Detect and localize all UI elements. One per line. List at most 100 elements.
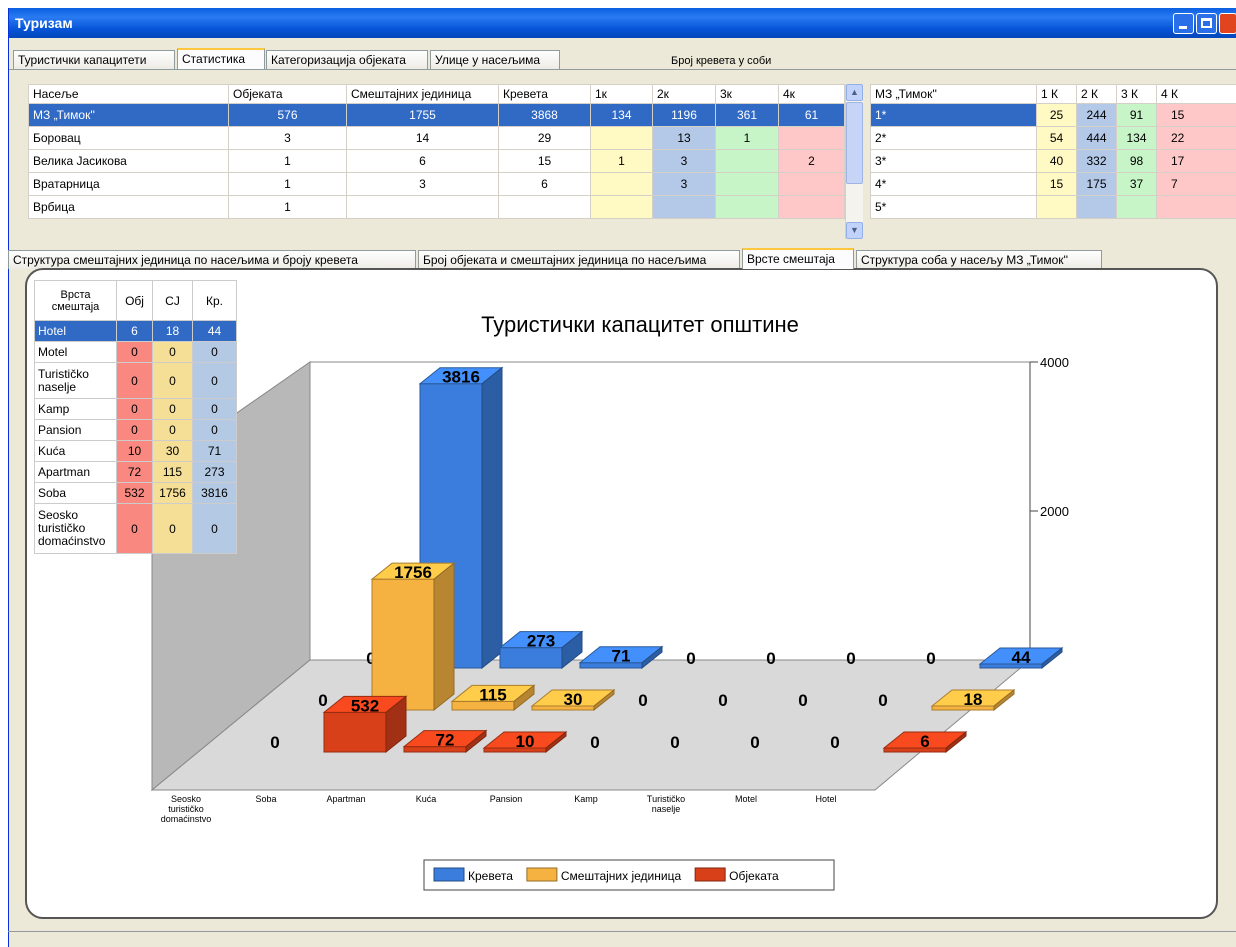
data-label: 44 (1012, 648, 1031, 667)
tab-accommodation-types[interactable]: Врсте смештаја (742, 248, 854, 269)
table-row[interactable]: Turističko naselje 0 0 0 (34, 362, 237, 399)
y-tick-label: 2000 (1040, 504, 1069, 519)
category-label: Pansion (490, 794, 523, 804)
category-label: turističko (168, 804, 204, 814)
table-cell: Kamp (34, 398, 117, 420)
table-cell: Hotel (34, 320, 117, 342)
table-cell: Apartman (34, 461, 117, 483)
table-cell: 10 (116, 440, 153, 462)
table-cell: 44 (192, 320, 237, 342)
bar (499, 647, 563, 669)
category-label: Soba (255, 794, 276, 804)
table-cell: 532 (116, 482, 153, 504)
data-label: 0 (270, 733, 279, 752)
data-label: 10 (516, 732, 535, 751)
chart-title: Туристички капацитет општине (481, 312, 799, 337)
data-label: 0 (718, 691, 727, 710)
table-cell: 0 (116, 398, 153, 420)
table-row[interactable]: Pansion 0 0 0 (34, 419, 237, 441)
table-row[interactable]: Seosko turističko domaćinstvo 0 0 0 (34, 503, 237, 554)
bar (883, 747, 947, 753)
legend-swatch (526, 867, 558, 882)
table-cell: 273 (192, 461, 237, 483)
bar-side (433, 562, 455, 712)
data-label: 0 (670, 733, 679, 752)
table-row[interactable]: Soba 532 1756 3816 (34, 482, 237, 504)
category-label: Hotel (815, 794, 836, 804)
table-cell: 115 (152, 461, 193, 483)
data-label: 18 (964, 690, 983, 709)
category-label: Kuća (416, 794, 437, 804)
tab-statistics[interactable]: Статистика (177, 48, 265, 69)
data-label: 6 (920, 732, 929, 751)
table-cell: 71 (192, 440, 237, 462)
data-label: 0 (766, 649, 775, 668)
table-cell: 0 (116, 362, 153, 399)
table-cell: 30 (152, 440, 193, 462)
data-label: 0 (750, 733, 759, 752)
table-row[interactable]: Apartman 72 115 273 (34, 461, 237, 483)
table-cell: 72 (116, 461, 153, 483)
table-cell: 18 (152, 320, 193, 342)
data-label: 0 (638, 691, 647, 710)
data-label: 273 (527, 632, 555, 651)
table-row[interactable]: Motel 0 0 0 (34, 341, 237, 363)
table-cell: Kuća (34, 440, 117, 462)
table-cell: 0 (152, 341, 193, 363)
bar-side (481, 366, 503, 670)
table-header-row: Врста смештаја Обј СЈ Кр. (34, 280, 237, 321)
table-cell: 0 (152, 398, 193, 420)
data-label: 0 (878, 691, 887, 710)
table-cell: 0 (192, 419, 237, 441)
data-label: 0 (846, 649, 855, 668)
table-cell: 0 (116, 419, 153, 441)
data-label: 532 (351, 696, 379, 715)
data-label: 0 (926, 649, 935, 668)
legend-label: Објеката (729, 869, 779, 883)
data-label: 0 (590, 733, 599, 752)
table-cell: 0 (192, 503, 237, 554)
table-cell: 0 (116, 503, 153, 554)
table-row[interactable]: Kamp 0 0 0 (34, 398, 237, 420)
table-cell: 0 (116, 341, 153, 363)
column-header[interactable]: Кр. (192, 280, 237, 321)
table-cell: Turističko naselje (34, 362, 117, 399)
accommodation-types-table: Врста смештаја Обј СЈ Кр. Hotel 6 18 44 … (34, 280, 237, 554)
category-label: Seosko (171, 794, 201, 804)
table-cell: Pansion (34, 419, 117, 441)
category-label: Kamp (574, 794, 598, 804)
data-label: 72 (436, 731, 455, 750)
table-cell: Seosko turističko domaćinstvo (34, 503, 117, 554)
table-cell: 3816 (192, 482, 237, 504)
table-cell: Soba (34, 482, 117, 504)
column-header[interactable]: СЈ (152, 280, 193, 321)
column-header[interactable]: Врста смештаја (34, 280, 117, 321)
category-label: domaćinstvo (161, 814, 212, 824)
data-label: 0 (686, 649, 695, 668)
table-cell: 0 (192, 398, 237, 420)
table-cell: 0 (152, 503, 193, 554)
data-label: 0 (830, 733, 839, 752)
table-row[interactable]: Kuća 10 30 71 (34, 440, 237, 462)
category-label: Turističko (647, 794, 685, 804)
bar (371, 578, 435, 711)
category-label: Apartman (326, 794, 365, 804)
table-cell: Motel (34, 341, 117, 363)
table-cell: 6 (116, 320, 153, 342)
legend-swatch (433, 867, 465, 882)
column-header[interactable]: Обј (116, 280, 153, 321)
legend-label: Смештајних јединица (561, 869, 682, 883)
legend-swatch (694, 867, 726, 882)
data-label: 115 (479, 685, 506, 704)
table-cell: 1756 (152, 482, 193, 504)
data-label: 1756 (394, 563, 432, 582)
legend-label: Кревета (468, 869, 513, 883)
data-label: 30 (564, 690, 583, 709)
status-divider (8, 931, 1236, 932)
table-cell: 0 (152, 419, 193, 441)
bar (323, 711, 387, 753)
category-label: naselje (652, 804, 681, 814)
data-label: 0 (318, 691, 327, 710)
table-row[interactable]: Hotel 6 18 44 (34, 320, 237, 342)
table-cell: 0 (192, 362, 237, 399)
